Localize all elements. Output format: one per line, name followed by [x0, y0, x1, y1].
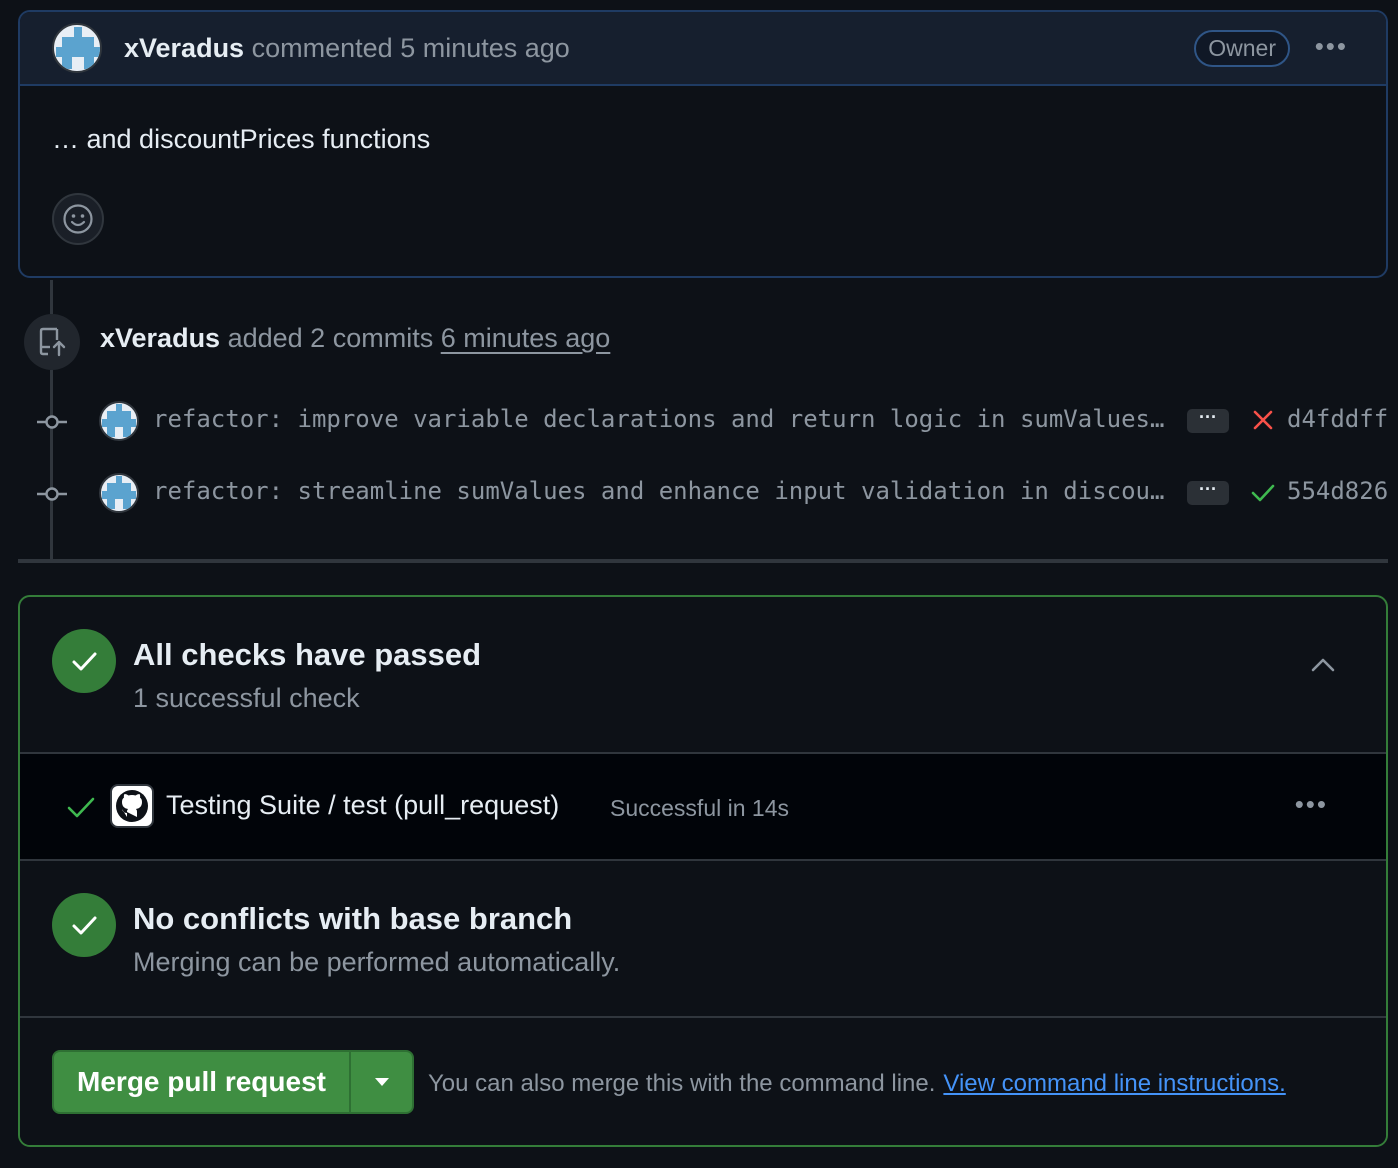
push-time[interactable]: 6 minutes ago	[441, 323, 611, 353]
commit-message[interactable]: refactor: improve variable declarations …	[153, 405, 1165, 433]
comment-meta: xVeradus commented 5 minutes ago	[124, 33, 570, 64]
comment-body: … and discountPrices functions	[20, 86, 1386, 245]
expand-commit-button[interactable]: ···	[1187, 408, 1229, 433]
push-author[interactable]: xVeradus	[100, 323, 220, 353]
git-commit-icon	[37, 415, 67, 429]
smiley-icon	[63, 204, 93, 234]
comment-header: xVeradus commented 5 minutes ago Owner •…	[20, 12, 1386, 86]
comment-text: … and discountPrices functions	[52, 124, 431, 154]
add-reaction-button[interactable]	[52, 193, 104, 245]
checks-subtitle: 1 successful check	[133, 683, 360, 713]
checks-status-icon	[52, 629, 116, 693]
repo-push-icon	[24, 314, 80, 370]
conflicts-status-icon	[52, 893, 116, 957]
push-action: added 2 commits	[227, 323, 434, 353]
checks-title: All checks have passed	[133, 637, 482, 672]
merge-button-group: Merge pull request	[52, 1050, 414, 1114]
timeline-divider	[18, 559, 1388, 563]
git-commit-icon	[37, 487, 67, 501]
check-run-name[interactable]: Testing Suite / test (pull_request)	[166, 790, 559, 821]
commit-avatar[interactable]	[99, 473, 139, 513]
check-icon[interactable]	[1250, 479, 1276, 505]
x-icon[interactable]	[1250, 407, 1276, 433]
check-run-options-icon[interactable]: •••	[1295, 791, 1328, 817]
commit-row: refactor: streamline sumValues and enhan…	[0, 471, 1398, 515]
commit-avatar[interactable]	[99, 401, 139, 441]
merge-method-dropdown[interactable]	[351, 1052, 412, 1112]
commit-message[interactable]: refactor: streamline sumValues and enhan…	[153, 477, 1165, 505]
push-event: xVeradus added 2 commits 6 minutes ago	[100, 323, 610, 354]
timeline-line	[50, 280, 53, 314]
commit-sha[interactable]: 554d826	[1287, 477, 1388, 505]
conflicts-title: No conflicts with base branch	[133, 901, 573, 936]
comment-author[interactable]: xVeradus	[124, 33, 244, 63]
comment-card: xVeradus commented 5 minutes ago Owner •…	[18, 10, 1388, 278]
comment-options-icon[interactable]: •••	[1315, 33, 1348, 59]
commit-row: refactor: improve variable declarations …	[0, 399, 1398, 443]
commit-sha[interactable]: d4fddff	[1287, 405, 1388, 433]
expand-commit-button[interactable]: ···	[1187, 480, 1229, 505]
merge-hint: You can also merge this with the command…	[428, 1070, 1286, 1098]
merge-box: All checks have passed 1 successful chec…	[18, 595, 1388, 1147]
check-run-row[interactable]: Testing Suite / test (pull_request) Succ…	[20, 754, 1386, 861]
merge-actions: Merge pull request You can also merge th…	[20, 1018, 1386, 1145]
merge-hint-text: You can also merge this with the command…	[428, 1070, 936, 1097]
check-icon	[67, 797, 95, 818]
chevron-up-icon[interactable]	[1310, 655, 1336, 675]
triangle-down-icon	[374, 1078, 389, 1086]
checks-summary[interactable]: All checks have passed 1 successful chec…	[20, 597, 1386, 754]
comment-action: commented	[251, 32, 393, 63]
command-line-instructions-link[interactable]: View command line instructions.	[943, 1070, 1285, 1097]
github-logo-icon	[110, 784, 154, 828]
avatar[interactable]	[52, 23, 102, 73]
check-run-status: Successful in 14s	[610, 795, 789, 821]
merge-pull-request-button[interactable]: Merge pull request	[54, 1052, 351, 1112]
conflicts-subtitle: Merging can be performed automatically.	[133, 947, 621, 977]
comment-time[interactable]: 5 minutes ago	[400, 33, 570, 63]
conflicts-summary: No conflicts with base branch Merging ca…	[20, 861, 1386, 1018]
owner-badge: Owner	[1194, 30, 1290, 67]
